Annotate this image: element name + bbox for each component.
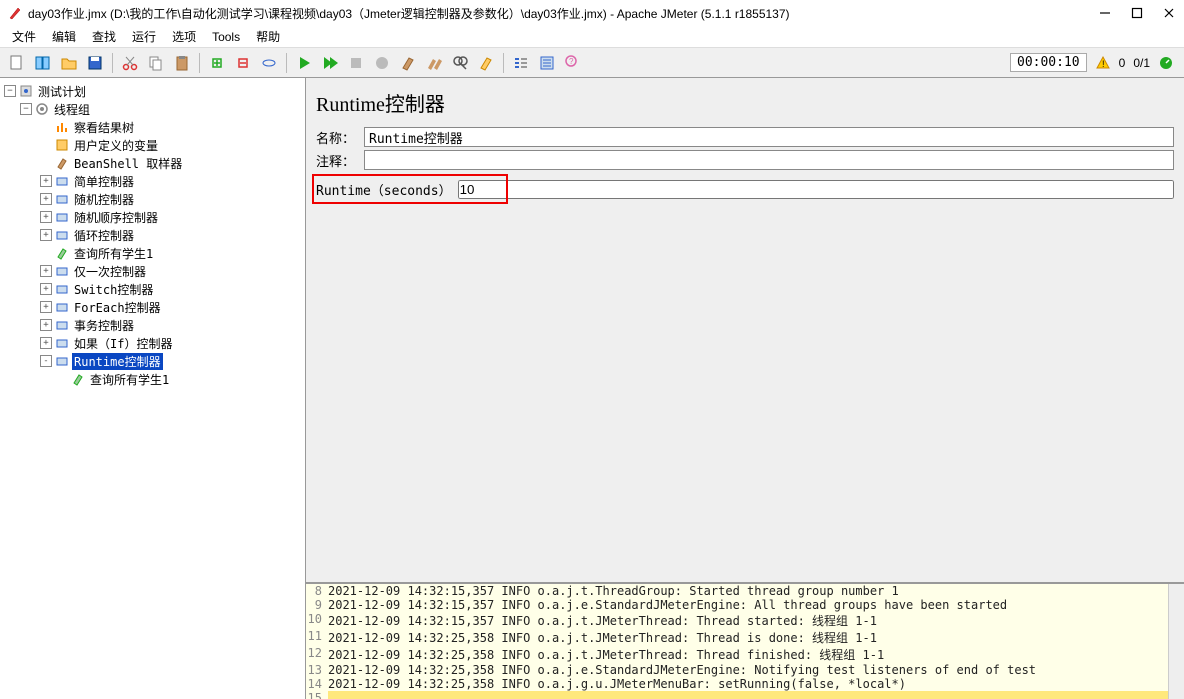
log-pane[interactable]: 82021-12-09 14:32:15,357 INFO o.a.j.t.Th…: [306, 583, 1184, 699]
log-line: 122021-12-09 14:32:25,358 INFO o.a.j.t.J…: [306, 646, 1184, 663]
comment-label: 注释：: [316, 151, 364, 170]
titlebar: day03作业.jmx (D:\我的工作\自动化测试学习\课程视频\day03（…: [0, 0, 1184, 26]
tree-node-testplan[interactable]: −测试计划: [0, 82, 305, 100]
menu-help[interactable]: 帮助: [250, 26, 286, 47]
copy-button[interactable]: [144, 51, 168, 75]
tree-node-10[interactable]: +ForEach控制器: [0, 298, 305, 316]
log-scrollbar[interactable]: [1168, 584, 1184, 699]
toggle-button[interactable]: [257, 51, 281, 75]
svg-text:!: !: [1102, 59, 1105, 69]
what-button[interactable]: ?: [561, 51, 585, 75]
tree-node-14[interactable]: 查询所有学生1: [0, 370, 305, 388]
tree-node-11[interactable]: +事务控制器: [0, 316, 305, 334]
menu-search[interactable]: 查找: [86, 26, 122, 47]
warning-icon: !: [1095, 55, 1111, 71]
main-area: −测试计划−线程组察看结果树用户定义的变量BeanShell 取样器+简单控制器…: [0, 78, 1184, 699]
tree-node-0[interactable]: 察看结果树: [0, 118, 305, 136]
name-input[interactable]: [364, 127, 1174, 147]
reset-search-button[interactable]: [474, 51, 498, 75]
window-controls: [1098, 6, 1176, 20]
help-button[interactable]: [535, 51, 559, 75]
log-line: 132021-12-09 14:32:25,358 INFO o.a.j.e.S…: [306, 663, 1184, 677]
tree-node-3[interactable]: +简单控制器: [0, 172, 305, 190]
gauge-icon: [1158, 55, 1174, 71]
comment-input[interactable]: [364, 150, 1174, 170]
search-button[interactable]: [448, 51, 472, 75]
menu-tools[interactable]: Tools: [206, 28, 246, 46]
tree-node-8[interactable]: +仅一次控制器: [0, 262, 305, 280]
start-button[interactable]: [292, 51, 316, 75]
app-icon: [8, 6, 22, 20]
menu-edit[interactable]: 编辑: [46, 26, 82, 47]
templates-button[interactable]: [31, 51, 55, 75]
stop-button[interactable]: [344, 51, 368, 75]
runtime-input[interactable]: [458, 180, 1174, 199]
log-line: 15: [306, 691, 1184, 699]
log-line: 92021-12-09 14:32:15,357 INFO o.a.j.e.St…: [306, 598, 1184, 612]
toolbar: ? 00:00:10 ! 0 0/1: [0, 48, 1184, 78]
tree-node-7[interactable]: 查询所有学生1: [0, 244, 305, 262]
tree-node-4[interactable]: +随机控制器: [0, 190, 305, 208]
window-title: day03作业.jmx (D:\我的工作\自动化测试学习\课程视频\day03（…: [28, 5, 1098, 22]
expand-button[interactable]: [205, 51, 229, 75]
open-button[interactable]: [57, 51, 81, 75]
editor-heading: Runtime控制器: [316, 88, 1174, 117]
log-line: 112021-12-09 14:32:25,358 INFO o.a.j.t.J…: [306, 629, 1184, 646]
clear-all-button[interactable]: [422, 51, 446, 75]
cut-button[interactable]: [118, 51, 142, 75]
log-line: 142021-12-09 14:32:25,358 INFO o.a.j.g.u…: [306, 677, 1184, 691]
start-no-pause-button[interactable]: [318, 51, 342, 75]
save-button[interactable]: [83, 51, 107, 75]
tree-node-5[interactable]: +随机顺序控制器: [0, 208, 305, 226]
function-helper-button[interactable]: [509, 51, 533, 75]
tree-node-12[interactable]: +如果（If）控制器: [0, 334, 305, 352]
tree-node-threadgroup[interactable]: −线程组: [0, 100, 305, 118]
tree-node-13[interactable]: -Runtime控制器: [0, 352, 305, 370]
maximize-button[interactable]: [1130, 6, 1144, 20]
menu-file[interactable]: 文件: [6, 26, 42, 47]
log-line: 102021-12-09 14:32:15,357 INFO o.a.j.t.J…: [306, 612, 1184, 629]
tree-node-1[interactable]: 用户定义的变量: [0, 136, 305, 154]
close-button[interactable]: [1162, 6, 1176, 20]
name-label: 名称：: [316, 128, 364, 147]
paste-button[interactable]: [170, 51, 194, 75]
thread-count: 0/1: [1133, 56, 1150, 70]
clear-button[interactable]: [396, 51, 420, 75]
runtime-label: Runtime（seconds）: [316, 180, 452, 199]
tree-pane[interactable]: −测试计划−线程组察看结果树用户定义的变量BeanShell 取样器+简单控制器…: [0, 78, 306, 699]
menu-options[interactable]: 选项: [166, 26, 202, 47]
tree-node-9[interactable]: +Switch控制器: [0, 280, 305, 298]
shutdown-button[interactable]: [370, 51, 394, 75]
menu-run[interactable]: 运行: [126, 26, 162, 47]
menubar: 文件 编辑 查找 运行 选项 Tools 帮助: [0, 26, 1184, 48]
editor-pane: Runtime控制器 名称： 注释： Runtime（seconds）: [306, 78, 1184, 583]
tree-node-2[interactable]: BeanShell 取样器: [0, 154, 305, 172]
log-line: 82021-12-09 14:32:15,357 INFO o.a.j.t.Th…: [306, 584, 1184, 598]
tree-node-6[interactable]: +循环控制器: [0, 226, 305, 244]
elapsed-timer: 00:00:10: [1010, 53, 1087, 72]
collapse-button[interactable]: [231, 51, 255, 75]
svg-text:?: ?: [569, 57, 574, 66]
new-button[interactable]: [5, 51, 29, 75]
warning-count: 0: [1119, 56, 1126, 70]
minimize-button[interactable]: [1098, 6, 1112, 20]
